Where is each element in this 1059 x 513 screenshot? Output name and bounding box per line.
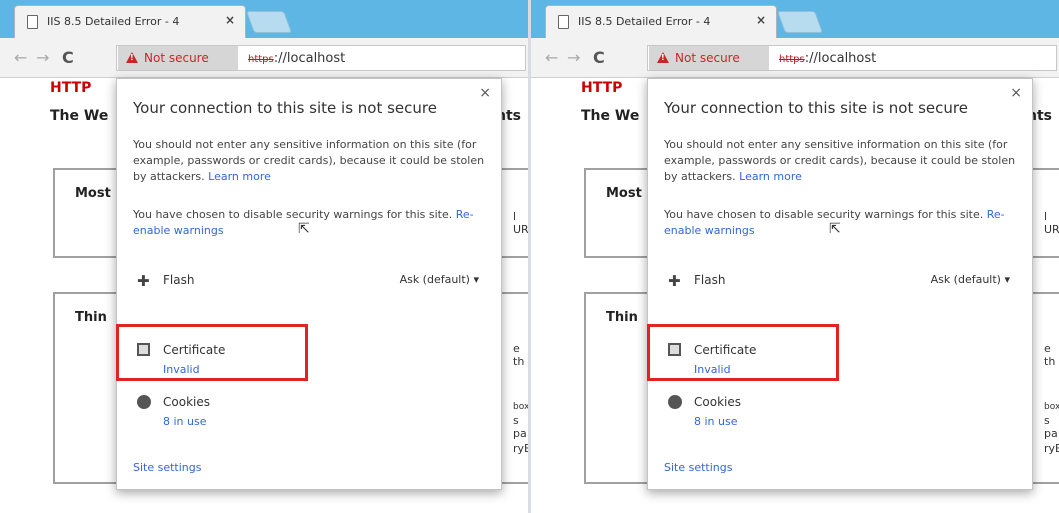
flash-permission-row: ✚ Flash Ask (default) ▾ (133, 265, 493, 295)
puzzle-icon: ✚ (137, 272, 150, 290)
tab-strip: IIS 8.5 Detailed Error - 4 × (0, 0, 528, 38)
url-text[interactable]: https://localhost (779, 51, 876, 66)
page-heading: HTTP (50, 80, 92, 96)
mouse-cursor-icon: ⇱ (298, 221, 310, 237)
cookies-label: Cookies (163, 395, 210, 409)
box-tail-text: ryB (513, 442, 528, 455)
tab-iis-error[interactable]: IIS 8.5 Detailed Error - 4 × (14, 5, 246, 38)
flash-label: Flash (694, 273, 726, 287)
learn-more-link[interactable]: Learn more (739, 170, 802, 183)
forward-button[interactable]: → (567, 48, 580, 67)
tab-strip: IIS 8.5 Detailed Error - 4 × (531, 0, 1059, 38)
popup-title: Your connection to this site is not secu… (664, 99, 968, 117)
cookie-icon (668, 395, 682, 409)
cookie-icon (137, 395, 151, 409)
box-tail-text: l UR (513, 210, 528, 236)
site-info-popup: × Your connection to this site is not se… (647, 78, 1033, 490)
page-subheading: The We (581, 108, 640, 124)
box-tail-text: ryB (1044, 442, 1059, 455)
box-title: Most (606, 186, 642, 201)
reload-button[interactable]: C (593, 48, 605, 67)
box-tail-text: s pa (513, 414, 527, 440)
url-scheme: https (779, 54, 805, 65)
new-tab-button[interactable] (776, 11, 824, 33)
mouse-cursor-icon: ⇱ (829, 221, 841, 237)
disabled-warnings-text: You have chosen to disable security warn… (664, 207, 1024, 239)
flash-permission-row: ✚ Flash Ask (default) ▾ (664, 265, 1024, 295)
browser-window-right: IIS 8.5 Detailed Error - 4 × ← → C Not s… (531, 0, 1059, 513)
close-icon[interactable]: × (479, 85, 491, 101)
box-tail-text: box (1044, 402, 1059, 412)
reload-button[interactable]: C (62, 48, 74, 67)
box-tail-text: e th (513, 342, 525, 368)
box-title: Thin (606, 310, 638, 325)
url-host: ://localhost (273, 51, 346, 66)
site-settings-link[interactable]: Site settings (133, 461, 201, 474)
tab-title: IIS 8.5 Detailed Error - 4 (47, 15, 180, 28)
tab-close-icon[interactable]: × (756, 13, 766, 27)
document-icon (558, 15, 569, 29)
page-subheading: The We (50, 108, 109, 124)
disabled-message: You have chosen to disable security warn… (664, 208, 984, 221)
tab-title: IIS 8.5 Detailed Error - 4 (578, 15, 711, 28)
warning-message: You should not enter any sensitive infor… (133, 138, 485, 183)
box-tail-text: box (513, 402, 528, 412)
puzzle-icon: ✚ (668, 272, 681, 290)
disabled-message: You have chosen to disable security warn… (133, 208, 453, 221)
security-warning-text: You should not enter any sensitive infor… (664, 137, 1024, 185)
close-icon[interactable]: × (1010, 85, 1022, 101)
disabled-warnings-text: You have chosen to disable security warn… (133, 207, 493, 239)
security-warning-text: You should not enter any sensitive infor… (133, 137, 493, 185)
box-tail-text: l UR (1044, 210, 1059, 236)
new-tab-button[interactable] (245, 11, 293, 33)
site-info-popup: × Your connection to this site is not se… (116, 78, 502, 490)
not-secure-label[interactable]: Not secure (675, 51, 740, 65)
flash-label: Flash (163, 273, 195, 287)
certificate-highlight-box (116, 324, 308, 381)
document-icon (27, 15, 38, 29)
warning-icon (657, 52, 669, 63)
popup-title: Your connection to this site is not secu… (133, 99, 437, 117)
flash-permission-select[interactable]: Ask (default) ▾ (931, 273, 1010, 286)
url-host: ://localhost (804, 51, 877, 66)
back-button[interactable]: ← (14, 48, 27, 67)
page-heading: HTTP (581, 80, 623, 96)
certificate-highlight-box (647, 324, 839, 381)
cookies-status-link[interactable]: 8 in use (163, 415, 207, 428)
warning-message: You should not enter any sensitive infor… (664, 138, 1016, 183)
cookies-row[interactable]: Cookies 8 in use (664, 393, 1004, 433)
cookies-status-link[interactable]: 8 in use (694, 415, 738, 428)
learn-more-link[interactable]: Learn more (208, 170, 271, 183)
tab-iis-error[interactable]: IIS 8.5 Detailed Error - 4 × (545, 5, 777, 38)
box-tail-text: s pa (1044, 414, 1058, 440)
box-title: Most (75, 186, 111, 201)
flash-permission-select[interactable]: Ask (default) ▾ (400, 273, 479, 286)
url-text[interactable]: https://localhost (248, 51, 345, 66)
tab-close-icon[interactable]: × (225, 13, 235, 27)
not-secure-label[interactable]: Not secure (144, 51, 209, 65)
warning-icon (126, 52, 138, 63)
cookies-row[interactable]: Cookies 8 in use (133, 393, 473, 433)
back-button[interactable]: ← (545, 48, 558, 67)
url-scheme: https (248, 54, 274, 65)
box-title: Thin (75, 310, 107, 325)
box-tail-text: e th (1044, 342, 1056, 368)
cookies-label: Cookies (694, 395, 741, 409)
site-settings-link[interactable]: Site settings (664, 461, 732, 474)
browser-window-left: IIS 8.5 Detailed Error - 4 × ← → C Not s… (0, 0, 528, 513)
forward-button[interactable]: → (36, 48, 49, 67)
